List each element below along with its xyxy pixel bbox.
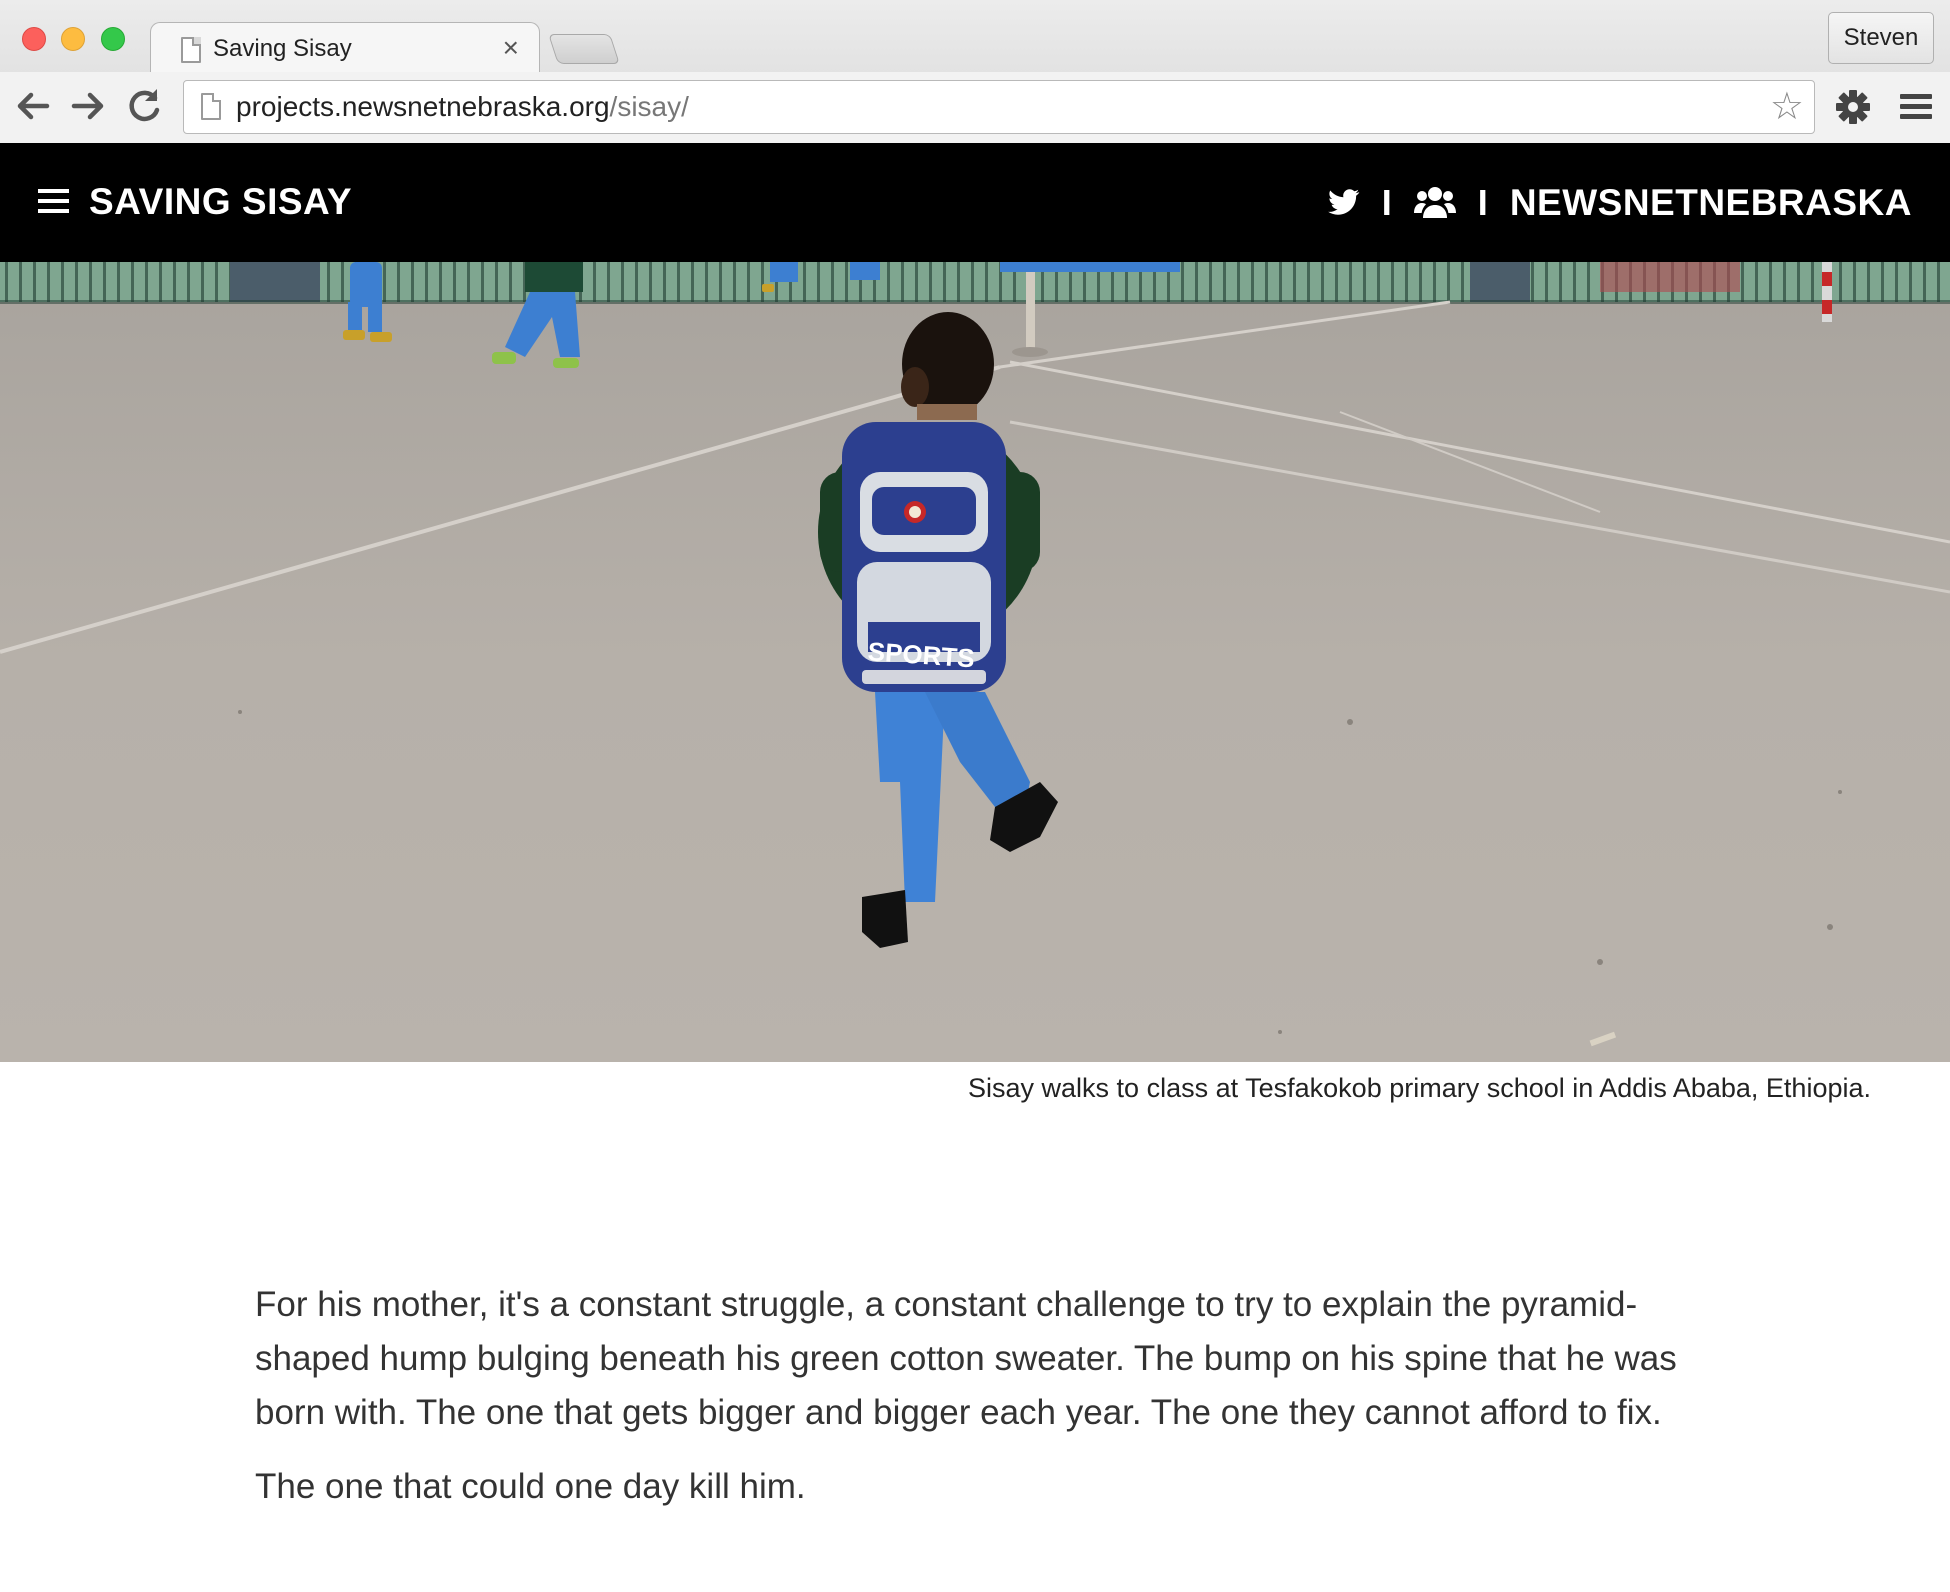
article-paragraph: For his mother, it's a constant struggle… <box>255 1285 1677 1432</box>
separator: I <box>1381 182 1392 223</box>
close-window-button[interactable] <box>22 27 46 51</box>
separator: I <box>1477 182 1488 223</box>
new-tab-button[interactable] <box>548 34 620 64</box>
browser-chrome: Saving Sisay × Steven projects.newsnetne… <box>0 0 1950 143</box>
hero-photo: SPORTS <box>0 262 1950 1062</box>
site-title[interactable]: SAVING SISAY <box>89 181 352 223</box>
article-body: For his mother, it's a constant struggle… <box>255 1278 1695 1534</box>
header-links: I I NEWSNETNEBRASKA <box>1327 181 1912 225</box>
minimize-window-button[interactable] <box>61 27 85 51</box>
reload-icon[interactable] <box>122 84 166 128</box>
menu-icon[interactable] <box>38 189 69 213</box>
site-header: SAVING SISAY I I NEWSNETNEBRASKA <box>0 143 1950 262</box>
browser-toolbar: projects.newsnetnebraska.org/sisay/ ☆ <box>0 72 1950 143</box>
tab-close-icon[interactable]: × <box>503 32 519 64</box>
url-text[interactable]: projects.newsnetnebraska.org/sisay/ <box>236 91 689 123</box>
page-icon <box>201 93 221 120</box>
browser-menu-icon[interactable] <box>1894 84 1940 130</box>
gear-icon[interactable] <box>1830 84 1876 130</box>
zoom-window-button[interactable] <box>101 27 125 51</box>
forward-arrow-icon[interactable] <box>66 84 110 128</box>
back-arrow-icon[interactable] <box>11 84 55 128</box>
bookmark-star-icon[interactable]: ☆ <box>1770 86 1804 128</box>
page-icon <box>181 37 201 63</box>
brand-link[interactable]: NEWSNETNEBRASKA <box>1510 182 1912 224</box>
article-paragraph: The one that could one day kill him. <box>255 1467 806 1506</box>
url-host: projects.newsnetnebraska.org <box>236 91 610 122</box>
address-bar[interactable]: projects.newsnetnebraska.org/sisay/ ☆ <box>183 80 1815 134</box>
tab-strip: Saving Sisay × Steven <box>0 0 1950 74</box>
url-path: /sisay/ <box>609 91 689 122</box>
twitter-icon[interactable] <box>1327 189 1360 217</box>
tab-title: Saving Sisay <box>213 35 352 62</box>
profile-button[interactable]: Steven <box>1828 12 1934 64</box>
tab-saving-sisay[interactable]: Saving Sisay × <box>150 22 540 74</box>
group-icon[interactable] <box>1413 185 1456 221</box>
photo-caption: Sisay walks to class at Tesfakokob prima… <box>968 1073 1871 1103</box>
